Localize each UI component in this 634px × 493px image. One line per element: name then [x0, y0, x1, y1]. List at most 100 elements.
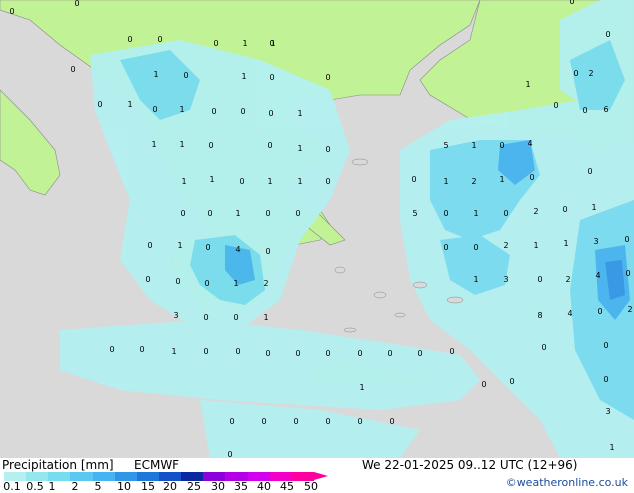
precip-value-label: 2	[503, 241, 509, 250]
precip-value-label: 0	[203, 313, 209, 322]
precip-value-label: 0	[443, 209, 449, 218]
precip-value-label: 0	[499, 141, 505, 150]
scale-arrow-icon	[314, 472, 328, 480]
precip-value-label: 0	[295, 349, 301, 358]
map-title: Precipitation [mm]	[2, 458, 114, 472]
precip-value-label: 0	[553, 101, 559, 110]
precip-value-label: 0	[265, 209, 271, 218]
precip-value-label: 1	[471, 141, 477, 150]
scale-tick-label: 5	[94, 480, 102, 493]
precip-value-label: 1	[533, 241, 539, 250]
precip-value-label: 1	[270, 39, 276, 48]
precip-value-label: 0	[605, 30, 611, 39]
precip-value-label: 0	[157, 35, 163, 44]
precip-value-label: 0	[293, 417, 299, 426]
precip-value-label: 4	[567, 309, 573, 318]
precip-value-label: 1	[473, 209, 479, 218]
precip-value-label: 0	[411, 175, 417, 184]
precip-value-label: 0	[603, 375, 609, 384]
precip-value-label: 0	[582, 106, 588, 115]
precip-value-label: 1	[209, 175, 215, 184]
precip-value-label: 0	[387, 349, 393, 358]
precip-value-label: 0	[541, 343, 547, 352]
precip-value-label: 1	[179, 105, 185, 114]
precip-value-label: 1	[359, 383, 365, 392]
precip-value-label: 1	[297, 144, 303, 153]
precip-value-label: 5	[412, 209, 418, 218]
precip-value-label: 4	[235, 245, 241, 254]
precip-value-label: 0	[473, 243, 479, 252]
precip-value-label: 8	[537, 311, 543, 320]
precip-value-label: 1	[177, 241, 183, 250]
precip-value-label: 0	[239, 177, 245, 186]
scale-tick-label: 30	[211, 480, 225, 493]
precip-value-label: 2	[627, 305, 633, 314]
scale-tick-label: 35	[234, 480, 248, 493]
precip-value-label: 4	[595, 271, 601, 280]
precipitation-map: 0 0 0 0 1 0 0 1 0 1 0 1 0 0 0 1 0 1 0 0 0 1 1 1 0 0 1 0 1 1 0 1 1 0 0 0 1 0 0 0…	[0, 0, 634, 458]
precip-value-label: 1	[473, 275, 479, 284]
precip-value-label: 0	[325, 177, 331, 186]
precip-value-label: 0	[109, 345, 115, 354]
precip-value-label: 0	[235, 347, 241, 356]
precip-value-label: 0	[147, 241, 153, 250]
precip-value-label: 5	[443, 141, 449, 150]
precip-value-label: 0	[152, 105, 158, 114]
precip-value-label: 2	[263, 279, 269, 288]
precip-value-label: 1	[609, 443, 615, 452]
scale-tick-label: 0.5	[26, 480, 44, 493]
precip-value-label: 0	[175, 277, 181, 286]
precip-value-label: 0	[145, 275, 151, 284]
model-label: ECMWF	[134, 458, 180, 472]
scale-tick-label: 0.1	[3, 480, 21, 493]
precip-value-label: 4	[527, 139, 533, 148]
precip-value-label: 2	[471, 177, 477, 186]
precip-value-label: 0	[325, 417, 331, 426]
map-canvas	[0, 0, 634, 458]
precip-value-label: 1	[242, 39, 248, 48]
precip-value-label: 0	[509, 377, 515, 386]
precip-value-label: 0	[389, 417, 395, 426]
precip-value-label: 1	[263, 313, 269, 322]
precip-value-label: 0	[240, 107, 246, 116]
precip-value-label: 0	[625, 269, 631, 278]
precip-value-label: 0	[205, 243, 211, 252]
precip-value-label: 0	[562, 205, 568, 214]
precip-value-label: 3	[605, 407, 611, 416]
precip-value-label: 0	[211, 107, 217, 116]
precip-value-label: 0	[213, 39, 219, 48]
precip-value-label: 1	[297, 109, 303, 118]
precip-value-label: 1	[181, 177, 187, 186]
precip-value-label: 0	[603, 341, 609, 350]
precip-value-label: 0	[569, 0, 575, 6]
credit-link[interactable]: ©weatheronline.co.uk	[506, 476, 628, 489]
precip-value-label: 2	[565, 275, 571, 284]
precip-value-label: 0	[295, 209, 301, 218]
precip-value-label: 0	[481, 380, 487, 389]
precip-value-label: 0	[325, 145, 331, 154]
precip-value-label: 0	[207, 209, 213, 218]
precip-value-label: 3	[503, 275, 509, 284]
precip-value-label: 0	[417, 349, 423, 358]
precip-value-label: 1	[563, 239, 569, 248]
precip-value-label: 0	[267, 141, 273, 150]
scale-tick-label: 45	[280, 480, 294, 493]
scale-tick-label: 40	[257, 480, 271, 493]
precip-value-label: 1	[499, 175, 505, 184]
precip-value-label: 0	[268, 109, 274, 118]
precip-value-label: 0	[229, 417, 235, 426]
precip-value-label: 3	[593, 237, 599, 246]
precip-value-label: 0	[587, 167, 593, 176]
precip-value-label: 0	[227, 450, 233, 459]
precip-value-label: 0	[503, 209, 509, 218]
precip-value-label: 0	[269, 73, 275, 82]
precip-value-label: 0	[204, 279, 210, 288]
datetime-label: We 22-01-2025 09..12 UTC (12+96)	[362, 458, 578, 472]
precip-value-label: 0	[573, 69, 579, 78]
precip-value-label: 0	[325, 349, 331, 358]
scale-tick-label: 50	[304, 480, 318, 493]
precip-value-label: 0	[624, 235, 630, 244]
precip-value-label: 1	[297, 177, 303, 186]
scale-tick-label: 15	[141, 480, 155, 493]
precip-value-label: 0	[127, 35, 133, 44]
